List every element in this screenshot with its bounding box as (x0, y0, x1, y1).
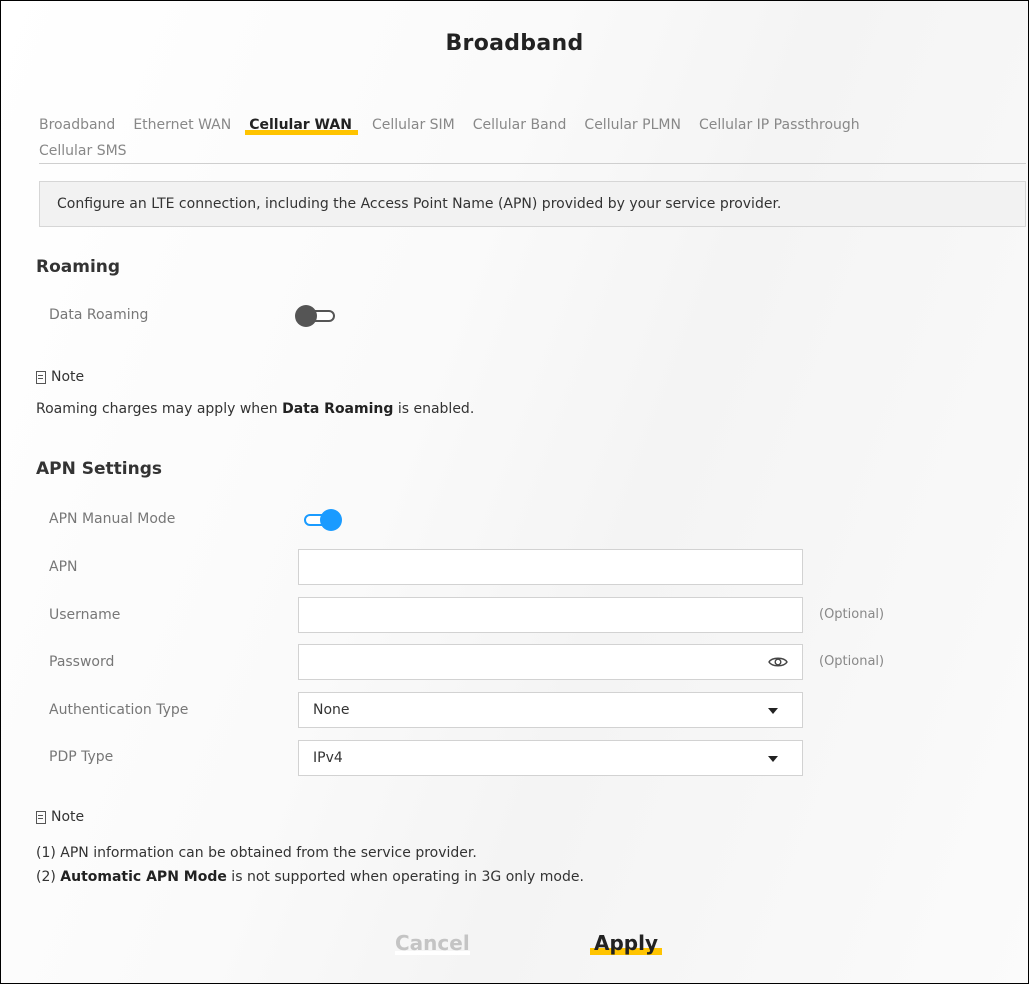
toggle-knob (295, 305, 317, 327)
auth-type-select[interactable]: None (298, 692, 803, 728)
note-icon (36, 810, 46, 824)
password-input[interactable] (299, 645, 802, 679)
roaming-note-label: Note (51, 369, 85, 385)
tab-ethernet-wan[interactable]: Ethernet WAN (133, 117, 235, 133)
apn-note-line-1: (1) APN information can be obtained from… (36, 845, 477, 861)
tab-cellular-band[interactable]: Cellular Band (473, 117, 571, 133)
roaming-section-title: Roaming (36, 257, 121, 277)
tab-divider (39, 163, 1026, 164)
info-banner: Configure an LTE connection, including t… (39, 181, 1026, 227)
tab-broadband[interactable]: Broadband (39, 117, 119, 133)
apply-button[interactable]: Apply (590, 931, 663, 955)
apn-input[interactable] (299, 550, 802, 584)
roaming-note-heading: Note (36, 369, 84, 385)
data-roaming-toggle[interactable] (295, 305, 339, 327)
apn-note-line-2-bold: Automatic APN Mode (60, 869, 227, 885)
show-password-icon[interactable] (768, 655, 788, 669)
apn-manual-mode-label: APN Manual Mode (49, 511, 176, 527)
roaming-note-bold: Data Roaming (282, 401, 394, 417)
tab-cellular-ip-passthrough[interactable]: Cellular IP Passthrough (699, 117, 864, 133)
pdp-type-select[interactable]: IPv4 (298, 740, 803, 776)
page-title: Broadband (445, 31, 584, 56)
roaming-note-pre: Roaming charges may apply when (36, 401, 283, 417)
pdp-type-label: PDP Type (49, 749, 114, 765)
apn-note-line-2-post: is not supported when operating in 3G on… (226, 869, 584, 885)
cancel-button[interactable]: Cancel (395, 931, 470, 955)
info-text: Configure an LTE connection, including t… (57, 196, 782, 212)
roaming-note-text: Roaming charges may apply when Data Roam… (36, 401, 474, 417)
auth-type-value: None (313, 702, 350, 718)
chevron-down-icon (768, 708, 778, 714)
page-frame: Broadband Broadband Ethernet WAN Cellula… (0, 0, 1029, 984)
auth-type-label: Authentication Type (49, 702, 189, 718)
tab-row-1: Broadband Ethernet WAN Cellular WAN Cell… (39, 117, 1024, 135)
apn-note-line-2-pre: (2) (36, 869, 61, 885)
apn-note-label: Note (51, 809, 85, 825)
apn-section-title: APN Settings (36, 459, 163, 479)
apn-note-line-2: (2) Automatic APN Mode is not supported … (36, 869, 584, 885)
tab-cellular-sms[interactable]: Cellular SMS (39, 143, 131, 159)
tab-cellular-wan[interactable]: Cellular WAN (245, 117, 358, 135)
pdp-type-value: IPv4 (313, 750, 343, 766)
apn-label: APN (49, 559, 78, 575)
apn-field (298, 549, 803, 585)
password-field (298, 644, 803, 680)
apn-note-heading: Note (36, 809, 84, 825)
tab-cellular-plmn[interactable]: Cellular PLMN (584, 117, 685, 133)
username-input[interactable] (299, 598, 802, 632)
password-label: Password (49, 654, 115, 670)
apn-manual-mode-toggle[interactable] (298, 509, 342, 531)
chevron-down-icon (768, 756, 778, 762)
username-optional-hint: (Optional) (819, 607, 885, 622)
username-field (298, 597, 803, 633)
note-icon (36, 370, 46, 384)
tab-bar: Broadband Ethernet WAN Cellular WAN Cell… (39, 117, 1024, 159)
roaming-note-post: is enabled. (393, 401, 475, 417)
tab-cellular-sim[interactable]: Cellular SIM (372, 117, 459, 133)
data-roaming-label: Data Roaming (49, 307, 149, 323)
toggle-knob (320, 509, 342, 531)
password-optional-hint: (Optional) (819, 654, 885, 669)
username-label: Username (49, 607, 121, 623)
tab-row-2: Cellular SMS (39, 143, 1024, 159)
